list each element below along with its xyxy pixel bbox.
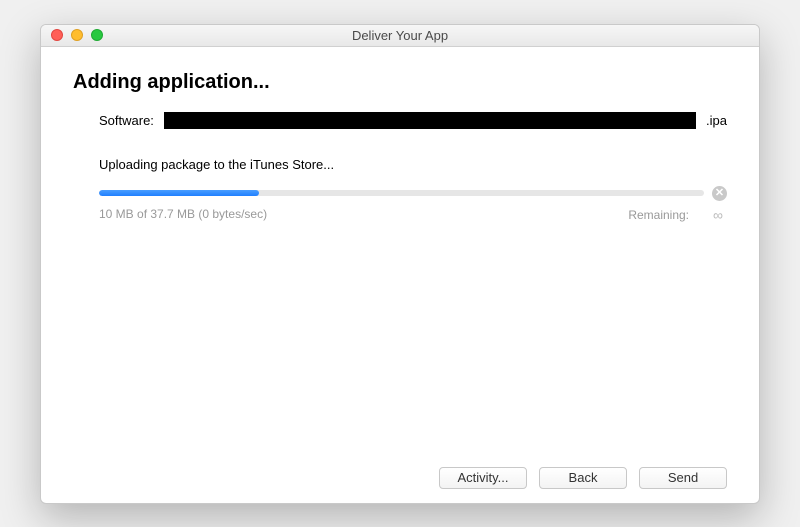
- progress-row: ✕: [99, 186, 727, 201]
- software-row: Software: .ipa: [99, 112, 727, 129]
- traffic-lights: [41, 29, 103, 41]
- progress-meta: 10 MB of 37.7 MB (0 bytes/sec) Remaining…: [99, 207, 727, 223]
- software-label: Software:: [99, 113, 154, 128]
- window-title: Deliver Your App: [41, 28, 759, 43]
- software-extension: .ipa: [706, 113, 727, 128]
- software-path-redacted: [164, 112, 696, 129]
- button-row: Activity... Back Send: [73, 457, 727, 489]
- upload-status: Uploading package to the iTunes Store...: [99, 157, 727, 172]
- close-icon[interactable]: [51, 29, 63, 41]
- minimize-icon[interactable]: [71, 29, 83, 41]
- zoom-icon[interactable]: [91, 29, 103, 41]
- page-heading: Adding application...: [73, 71, 727, 94]
- activity-button[interactable]: Activity...: [439, 467, 527, 489]
- progress-bar: [99, 190, 704, 196]
- progress-text: 10 MB of 37.7 MB (0 bytes/sec): [99, 207, 267, 223]
- remaining-label: Remaining:: [628, 208, 689, 222]
- progress-fill: [99, 190, 259, 196]
- window: Deliver Your App Adding application... S…: [40, 24, 760, 504]
- remaining-value: ∞: [713, 207, 723, 223]
- cancel-upload-icon[interactable]: ✕: [712, 186, 727, 201]
- send-button[interactable]: Send: [639, 467, 727, 489]
- back-button[interactable]: Back: [539, 467, 627, 489]
- content-area: Adding application... Software: .ipa Upl…: [41, 47, 759, 503]
- titlebar[interactable]: Deliver Your App: [41, 25, 759, 47]
